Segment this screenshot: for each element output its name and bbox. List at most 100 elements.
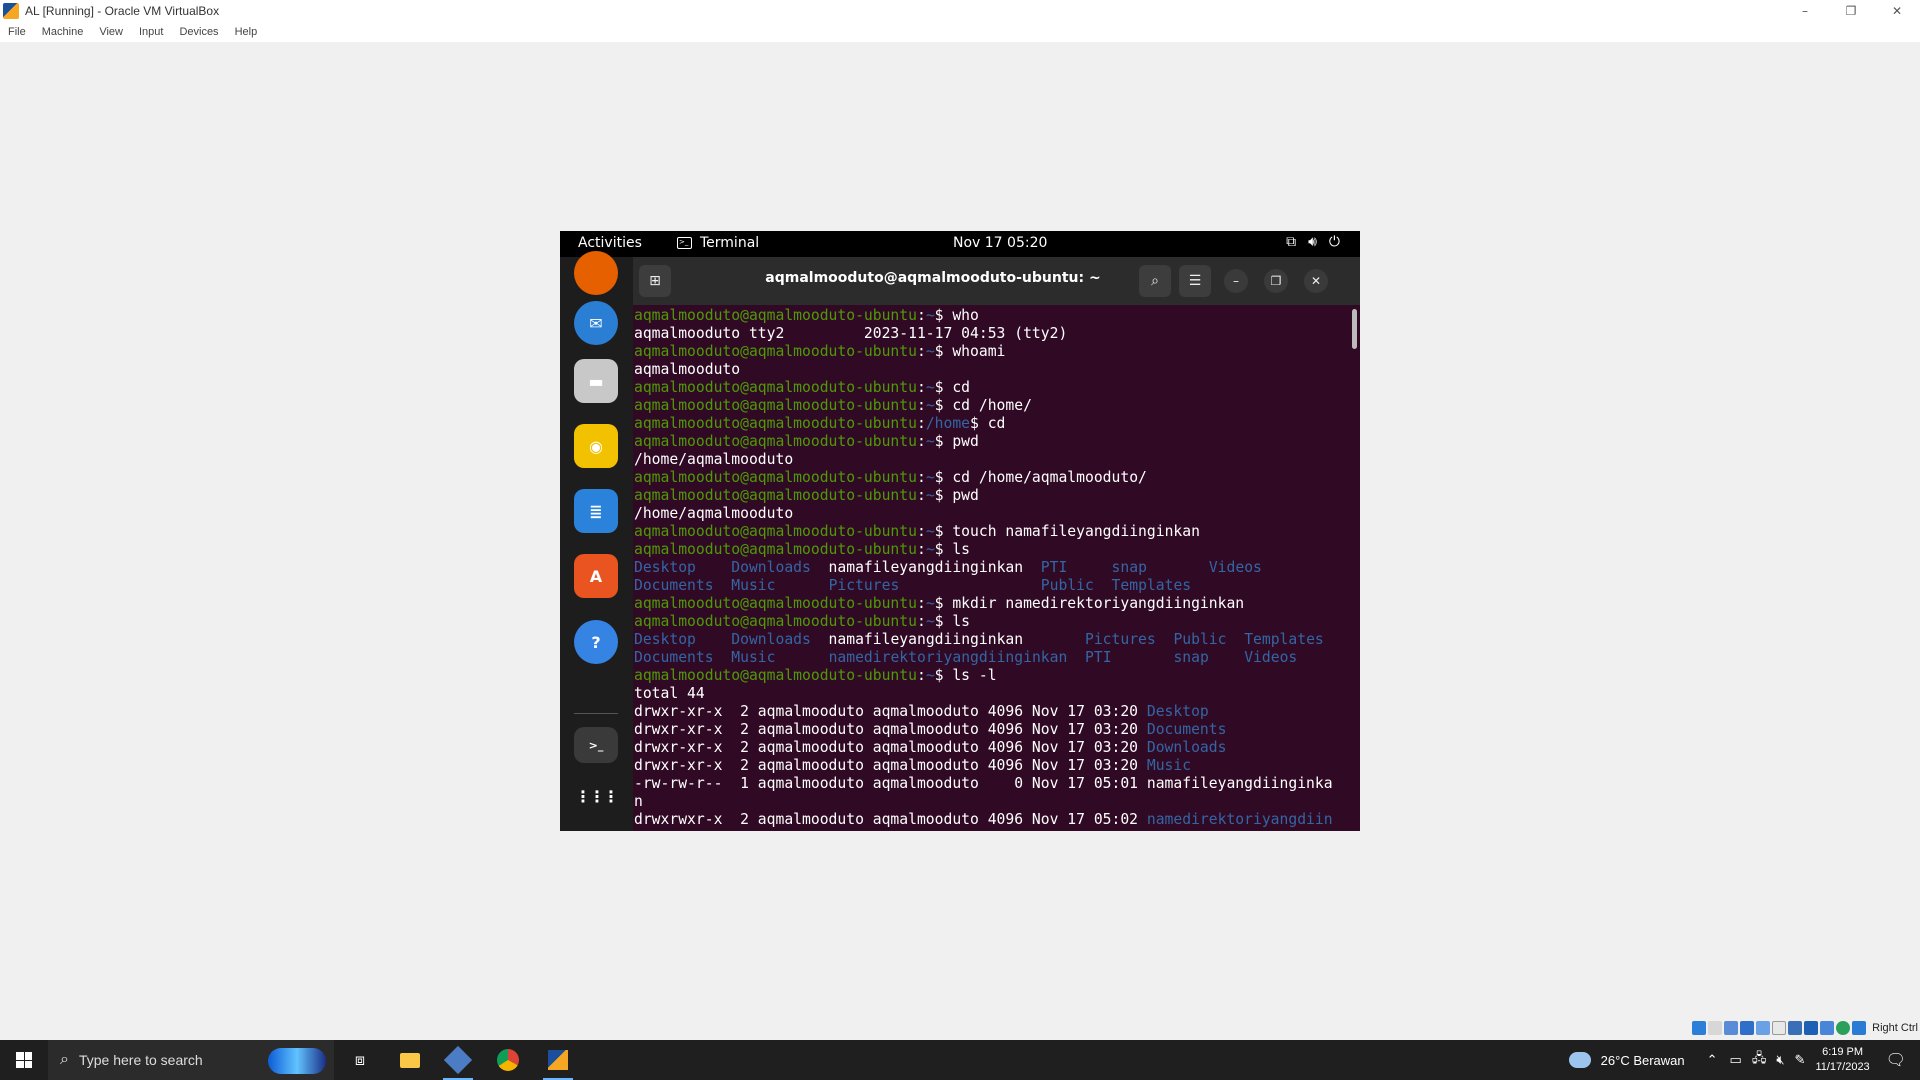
terminal-line: aqmalmooduto@aqmalmooduto-ubuntu:~$ touc… [634,523,1352,541]
menu-help[interactable]: Help [235,26,258,38]
directory-entry: Videos [1244,649,1298,666]
menu-machine[interactable]: Machine [42,26,84,38]
cpu-icon[interactable] [1820,1021,1835,1035]
network-status-icon[interactable] [1740,1021,1755,1035]
output-text: -rw-rw-r-- 1 aqmalmooduto aqmalmooduto 0… [634,775,1333,792]
optical-drive-icon[interactable] [1708,1021,1723,1035]
task-view-icon[interactable]: ⧈ [336,1040,384,1080]
network-tray-icon[interactable]: 🖧︎ [1752,1049,1767,1071]
minimize-button[interactable]: – [1782,0,1828,22]
close-button[interactable]: ✕ [1874,0,1920,22]
taskbar-search[interactable]: ⌕ Type here to search [48,1040,334,1080]
output-text: : [916,379,926,396]
terminal-line: aqmalmooduto@aqmalmooduto-ubuntu:/home$ … [634,415,1352,433]
restore-button[interactable]: ❐ [1828,0,1874,22]
menu-file[interactable]: File [8,26,26,38]
output-text: $ pwd [934,433,979,450]
prompt-path: ~ [925,379,935,396]
display-icon[interactable] [1788,1021,1803,1035]
vm-screen[interactable]: Activities >_ Terminal Nov 17 05:20 ⧉ 🔊︎… [560,231,1360,831]
recording-icon[interactable] [1804,1021,1819,1035]
prompt-user: aqmalmooduto@aqmalmooduto-ubuntu [634,523,917,540]
notification-icon[interactable]: 🗨︎ [1886,1050,1906,1070]
usb-icon[interactable] [1756,1021,1771,1035]
prompt-path: ~ [925,343,935,360]
network-icon: ⧉ [1286,234,1297,250]
virtualization-icon[interactable] [1836,1021,1851,1035]
search-icon[interactable]: ⌕ [1139,265,1171,297]
output-text: : [916,469,926,486]
activities-button[interactable]: Activities [578,235,642,251]
directory-entry: Documents [1146,721,1227,738]
windows-taskbar: ⌕ Type here to search ⧈ 26°C Berawan ⌃ ▭… [0,1040,1920,1080]
hard-disk-icon[interactable] [1692,1021,1707,1035]
terminal-line: aqmalmooduto@aqmalmooduto-ubuntu:~$ ls [634,541,1352,559]
files-icon[interactable]: ▬ [574,359,618,403]
output-text: drwxr-xr-x 2 aqmalmooduto aqmalmooduto 4… [634,739,1147,756]
audio-icon[interactable] [1724,1021,1739,1035]
directory-entry: Documents [634,577,714,594]
virtualbox-vm-taskbar-icon[interactable] [534,1040,582,1080]
close-icon[interactable]: ✕ [1304,269,1328,293]
prompt-path: ~ [925,397,935,414]
terminal-icon[interactable]: >_ [574,727,618,763]
pen-icon[interactable]: ✎ [1795,1052,1806,1068]
prompt-path: ~ [925,433,935,450]
power-icon: ⏻ [1328,234,1340,250]
prompt-user: aqmalmooduto@aqmalmooduto-ubuntu [634,379,917,396]
meet-now-icon[interactable]: ▭ [1730,1052,1742,1068]
help-icon[interactable]: ? [574,620,618,664]
gnome-clock[interactable]: Nov 17 05:20 [953,235,1047,251]
terminal-line: Documents Music namedirektoriyangdiingin… [634,649,1352,667]
apps-grid-icon[interactable]: ⋮⋮⋮ [574,774,619,818]
mouse-integration-icon[interactable] [1852,1021,1867,1035]
terminal-line: drwxr-xr-x 2 aqmalmooduto aqmalmooduto 4… [634,721,1352,739]
start-button[interactable] [0,1040,48,1080]
output-text: $ pwd [934,487,979,504]
output-text: : [916,667,926,684]
firefox-icon[interactable] [574,251,618,295]
chrome-icon[interactable] [484,1040,532,1080]
rhythmbox-icon[interactable]: ◉ [574,424,618,468]
prompt-user: aqmalmooduto@aqmalmooduto-ubuntu [634,595,917,612]
directory-entry: Downloads [731,559,811,576]
directory-entry: Music [1146,757,1192,774]
terminal-window[interactable]: ⊞ aqmalmooduto@aqmalmooduto-ubuntu: ~ ⌕ … [633,257,1360,831]
minimize-icon[interactable]: – [1224,269,1248,293]
volume-muted-icon[interactable]: 🔇︎ [1776,1052,1784,1068]
terminal-scrollbar[interactable] [1352,309,1357,349]
thunderbird-icon[interactable]: ✉ [574,301,618,345]
prompt-user: aqmalmooduto@aqmalmooduto-ubuntu [634,667,917,684]
output-text: : [916,433,926,450]
app-menu[interactable]: >_ Terminal [677,235,759,251]
weather-text[interactable]: 26°C Berawan [1601,1053,1685,1068]
output-text: : [916,523,926,540]
output-text: : [916,343,926,360]
output-text: aqmalmooduto tty2 2023-11-17 04:53 (tty2… [634,325,1068,342]
output-text: $ cd /home/ [934,397,1032,414]
gnome-system-tray[interactable]: ⧉ 🔊︎ ⏻ [1286,234,1340,250]
virtualbox-taskbar-icon[interactable] [434,1040,482,1080]
output-text: $ cd [934,379,971,396]
terminal-line: Desktop Downloads namafileyangdiinginkan… [634,559,1352,577]
new-tab-button[interactable]: ⊞ [639,265,671,297]
shared-folders-icon[interactable] [1772,1021,1787,1035]
menu-view[interactable]: View [99,26,123,38]
tray-clock[interactable]: 6:19 PM 11/17/2023 [1815,1045,1869,1075]
prompt-path: ~ [925,487,935,504]
maximize-icon[interactable]: ❐ [1264,269,1288,293]
terminal-line: n [634,793,1352,811]
output-text: : [916,595,926,612]
chevron-up-icon[interactable]: ⌃ [1707,1052,1718,1068]
software-icon[interactable]: A [574,554,618,598]
menu-input[interactable]: Input [139,26,163,38]
writer-icon[interactable]: ≣ [574,489,618,533]
terminal-line: aqmalmooduto@aqmalmooduto-ubuntu:~$ pwd [634,433,1352,451]
file-explorer-icon[interactable] [386,1040,434,1080]
prompt-user: aqmalmooduto@aqmalmooduto-ubuntu [634,433,917,450]
menu-devices[interactable]: Devices [179,26,218,38]
hamburger-menu-icon[interactable]: ☰ [1179,265,1211,297]
terminal-output[interactable]: aqmalmooduto@aqmalmooduto-ubuntu:~$ who a… [633,305,1352,831]
